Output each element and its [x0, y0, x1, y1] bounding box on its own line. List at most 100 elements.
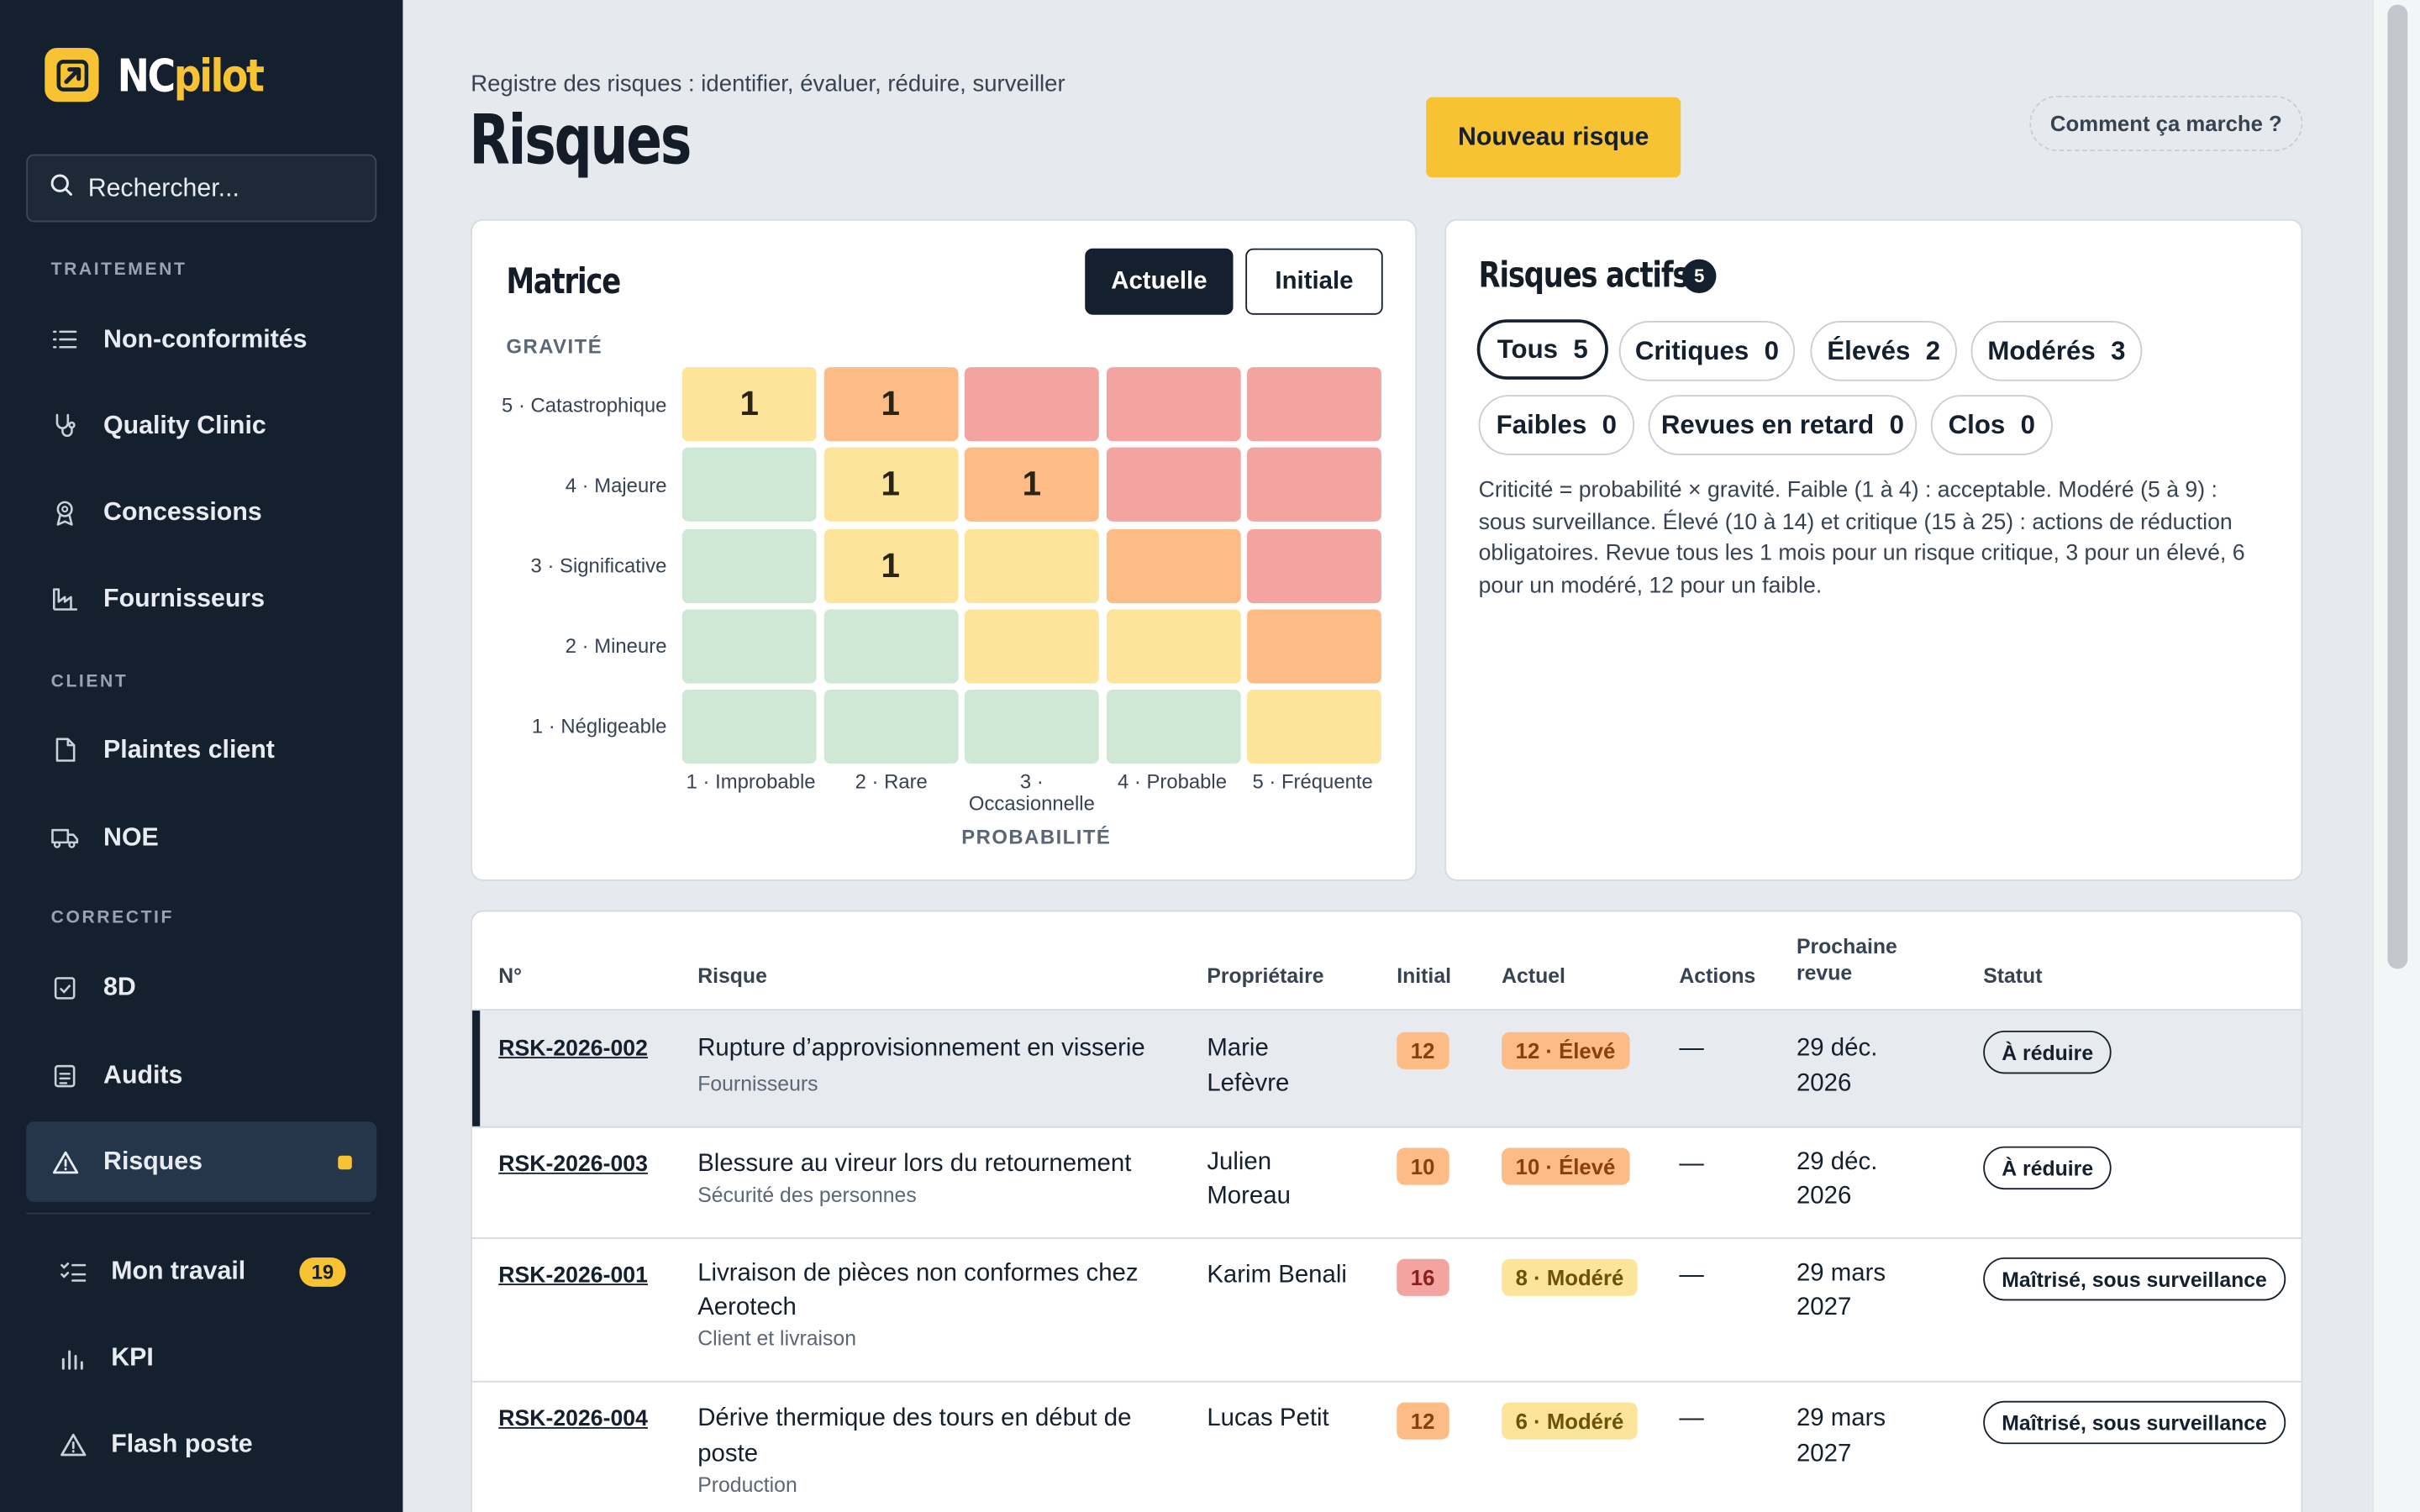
matrix-cell[interactable]: [964, 367, 1099, 442]
sidebar-item-label: Risques: [103, 1147, 203, 1175]
scrollbar-thumb[interactable]: [2387, 4, 2408, 969]
matrix-cell[interactable]: [1106, 367, 1240, 442]
initial-score-pill: 10: [1397, 1147, 1449, 1185]
risk-matrix-grid: 11111: [681, 367, 1383, 765]
sidebar-item-risques[interactable]: Risques: [26, 1121, 377, 1202]
filter-chip-all[interactable]: Tous 5: [1476, 319, 1608, 380]
next-review-cell: 29 mars 2027: [1796, 1260, 1886, 1321]
risk-cell: Livraison de pièces non conformes chez A…: [697, 1257, 1160, 1352]
logo-text: NCpilot: [117, 48, 265, 102]
actions-cell: —: [1679, 1035, 1704, 1062]
how-it-works-button[interactable]: Comment ça marche ?: [2029, 95, 2303, 152]
col-header-initial[interactable]: Initial: [1397, 963, 1451, 989]
matrix-cell[interactable]: [1247, 690, 1381, 764]
filter-chip-low[interactable]: Faibles 0: [1478, 395, 1635, 455]
matrix-cell[interactable]: [823, 690, 958, 764]
sidebar-item-concessions[interactable]: Concessions: [26, 472, 376, 553]
actions-cell: —: [1679, 1262, 1704, 1289]
matrix-cell[interactable]: [1106, 448, 1240, 522]
matrix-cell[interactable]: [681, 528, 817, 603]
col-header-next-review[interactable]: Prochaine revue: [1797, 933, 1905, 985]
matrix-cell[interactable]: [1106, 690, 1240, 764]
matrix-cell[interactable]: [681, 690, 817, 764]
owner-cell: Lucas Petit: [1207, 1405, 1329, 1432]
table-row[interactable]: RSK-2026-003 Blessure au vireur lors du …: [472, 1128, 2302, 1239]
matrix-cell[interactable]: [1247, 528, 1381, 603]
actions-cell: —: [1679, 1405, 1704, 1432]
matrix-cell[interactable]: [1106, 609, 1240, 684]
risk-category: Fournisseurs: [697, 1072, 818, 1096]
sidebar-item-label: 8D: [103, 973, 136, 1001]
sidebar-item-quality-clinic[interactable]: Quality Clinic: [26, 386, 376, 466]
probability-label: 5 · Fréquente: [1252, 769, 1373, 794]
owner-cell: Karim Benali: [1207, 1262, 1347, 1289]
matrix-cell[interactable]: 1: [823, 367, 958, 442]
matrix-cell[interactable]: [964, 528, 1099, 603]
sidebar-item-label: Non-conformités: [103, 324, 308, 353]
matrix-cell[interactable]: [681, 448, 817, 522]
sidebar-item-flash-poste[interactable]: Flash poste: [26, 1404, 376, 1484]
search-box[interactable]: [26, 154, 377, 223]
sidebar-item-8d[interactable]: 8D: [26, 948, 376, 1028]
matrix-cell[interactable]: [1247, 609, 1381, 684]
sidebar-item-nonconformites[interactable]: Non-conformités: [26, 299, 376, 380]
col-header-owner[interactable]: Propriétaire: [1207, 963, 1323, 989]
matrix-cell[interactable]: 1: [681, 367, 817, 442]
sidebar-item-plaintes-client[interactable]: Plaintes client: [26, 710, 376, 790]
filter-chip-high[interactable]: Élevés 2: [1810, 321, 1957, 381]
matrix-cell[interactable]: [681, 609, 817, 684]
table-row[interactable]: RSK-2026-004 Dérive thermique des tours …: [472, 1383, 2302, 1512]
matrix-cell[interactable]: [1247, 367, 1381, 442]
owner-cell: Julien Moreau: [1207, 1149, 1291, 1210]
risk-cell: Rupture d’approvisionnement en visserie F…: [697, 1031, 1184, 1097]
col-header-id[interactable]: N°: [498, 963, 522, 989]
logo-arrow-icon: [45, 47, 99, 102]
filter-chip-moderate[interactable]: Modérés 3: [1970, 321, 2143, 381]
new-risk-button[interactable]: Nouveau risque: [1426, 97, 1681, 178]
col-header-risk[interactable]: Risque: [697, 963, 767, 989]
matrix-cell[interactable]: 1: [823, 448, 958, 522]
current-score-pill: 6 · Modéré: [1502, 1402, 1638, 1440]
col-header-status[interactable]: Statut: [1983, 963, 2042, 989]
sidebar-item-label: NOE: [103, 822, 159, 851]
logo[interactable]: NCpilot: [45, 47, 286, 102]
severity-label: 3 · Significative: [530, 554, 667, 577]
sidebar-item-label: Quality Clinic: [103, 411, 266, 439]
matrix-cell[interactable]: [1106, 528, 1240, 603]
page-scrollbar[interactable]: [2372, 0, 2420, 1512]
toggle-current[interactable]: Actuelle: [1085, 248, 1234, 315]
sidebar-item-noe[interactable]: NOE: [26, 798, 376, 879]
filter-chip-closed[interactable]: Clos 0: [1930, 395, 2053, 455]
matrix-cell[interactable]: [964, 690, 1099, 764]
col-header-current[interactable]: Actuel: [1502, 963, 1565, 989]
sidebar-item-audits[interactable]: Audits: [26, 1035, 376, 1116]
risk-id-link[interactable]: RSK-2026-003: [498, 1148, 648, 1184]
sidebar-item-mon-travail[interactable]: Mon travail 19: [26, 1231, 376, 1312]
risk-id-link[interactable]: RSK-2026-001: [498, 1259, 648, 1294]
sidebar-item-fournisseurs[interactable]: Fournisseurs: [26, 559, 376, 639]
list-icon: [51, 326, 79, 354]
active-risks-title: Risques actifs: [1478, 255, 1690, 297]
matrix-cell[interactable]: 1: [964, 448, 1099, 522]
matrix-cell[interactable]: [964, 609, 1099, 684]
warning-icon: [59, 1431, 87, 1458]
col-header-actions[interactable]: Actions: [1679, 963, 1755, 989]
sidebar-item-label: Audits: [103, 1060, 183, 1089]
probability-label: 4 · Probable: [1117, 769, 1228, 794]
matrix-cell[interactable]: [1247, 448, 1381, 522]
filter-chip-overdue[interactable]: Revues en retard 0: [1648, 395, 1918, 455]
next-review-cell: 29 déc. 2026: [1796, 1035, 1878, 1097]
risk-id-link[interactable]: RSK-2026-004: [498, 1403, 648, 1438]
sidebar-item-kpi[interactable]: KPI: [26, 1318, 376, 1399]
matrix-cell[interactable]: [823, 609, 958, 684]
y-axis-title: GRAVITÉ: [506, 334, 603, 359]
toggle-initial[interactable]: Initiale: [1245, 248, 1383, 315]
table-row[interactable]: RSK-2026-001 Livraison de pièces non con…: [472, 1239, 2302, 1383]
probability-label: 3 · Occasionnelle: [968, 769, 1095, 815]
risk-id-link[interactable]: RSK-2026-002: [498, 1032, 648, 1068]
matrix-cell[interactable]: 1: [823, 528, 958, 603]
filter-chip-critical[interactable]: Critiques 0: [1618, 321, 1796, 381]
current-score-pill: 10 · Élevé: [1502, 1147, 1629, 1185]
table-row[interactable]: RSK-2026-002 Rupture d’approvisionnement…: [472, 1011, 2302, 1128]
search-input[interactable]: [87, 173, 350, 203]
